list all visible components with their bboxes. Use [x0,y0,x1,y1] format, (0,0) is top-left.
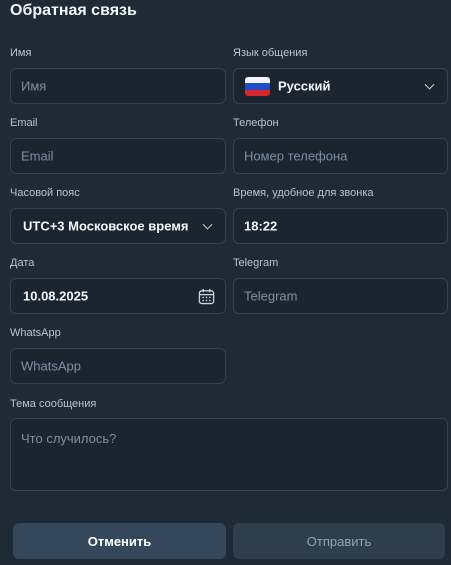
chevron-down-icon [202,219,213,230]
date-label: Дата [10,257,35,269]
name-label: Имя [10,47,32,59]
ru-flag-icon [245,77,270,96]
phone-label: Телефон [233,117,279,129]
send-button[interactable]: Отправить [233,523,445,559]
name-field[interactable]: Имя [10,68,226,104]
call-time-label: Время, удобное для звонка [233,187,374,199]
language-label: Язык общения [233,47,308,59]
timezone-label: Часовой пояс [10,187,80,199]
telegram-label: Telegram [233,257,279,269]
email-placeholder: Email [21,148,54,164]
phone-placeholder: Номер телефона [244,148,348,164]
date-value: 10.08.2025 [23,288,89,304]
timezone-value: UTC+3 Московское время [23,218,189,234]
subject-label: Тема сообщения [10,398,97,410]
call-time-field[interactable]: 18:22 [233,208,448,244]
telegram-field[interactable]: Telegram [233,278,448,314]
subject-textarea[interactable]: Что случилось? [10,418,448,491]
subject-placeholder: Что случилось? [21,431,117,446]
whatsapp-label: WhatsApp [10,327,61,339]
date-field[interactable]: 10.08.2025 [10,278,226,314]
email-label: Email [10,117,38,129]
whatsapp-field[interactable]: WhatsApp [10,348,226,384]
telegram-placeholder: Telegram [244,288,298,304]
phone-field[interactable]: Номер телефона [233,138,448,174]
whatsapp-placeholder: WhatsApp [21,358,81,374]
language-select[interactable]: Русский [233,68,448,104]
calendar-icon[interactable] [198,288,215,305]
email-field[interactable]: Email [10,138,226,174]
call-time-value: 18:22 [244,218,278,234]
chevron-down-icon [424,79,435,90]
cancel-button[interactable]: Отменить [13,523,226,559]
language-value: Русский [278,78,331,94]
timezone-select[interactable]: UTC+3 Московское время [10,208,226,244]
dialog-title: Обратная связь [10,2,137,19]
feedback-dialog: Обратная связь Имя Имя Язык общения Русс… [0,0,451,565]
name-placeholder: Имя [21,78,47,94]
